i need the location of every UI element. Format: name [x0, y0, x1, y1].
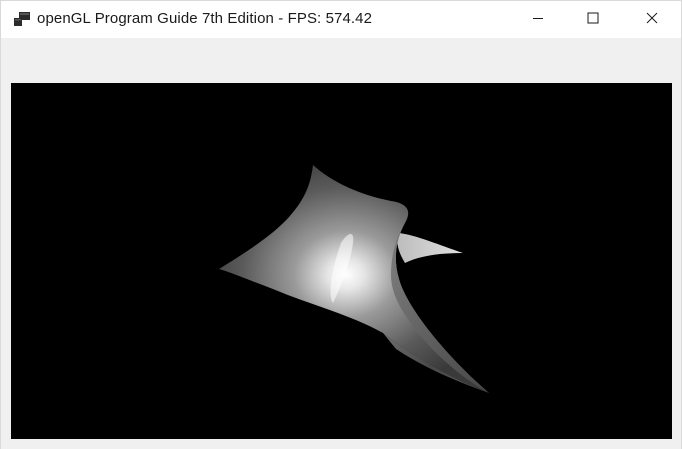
title-bar[interactable]: openGL Program Guide 7th Edition - FPS: … — [1, 1, 681, 38]
window-title: openGL Program Guide 7th Edition - FPS: … — [37, 10, 373, 27]
minimize-icon — [532, 11, 544, 29]
maximize-icon — [587, 11, 599, 29]
close-icon — [646, 11, 658, 29]
minimize-button[interactable] — [515, 1, 561, 38]
app-window-icon — [14, 12, 30, 26]
client-area-top — [1, 38, 681, 83]
maximize-button[interactable] — [570, 1, 616, 38]
app-window: openGL Program Guide 7th Edition - FPS: … — [0, 0, 682, 449]
client-area-bottom — [1, 439, 681, 449]
shaded-bezier-surface — [219, 165, 489, 393]
close-button[interactable] — [629, 1, 675, 38]
opengl-viewport[interactable] — [11, 83, 672, 439]
